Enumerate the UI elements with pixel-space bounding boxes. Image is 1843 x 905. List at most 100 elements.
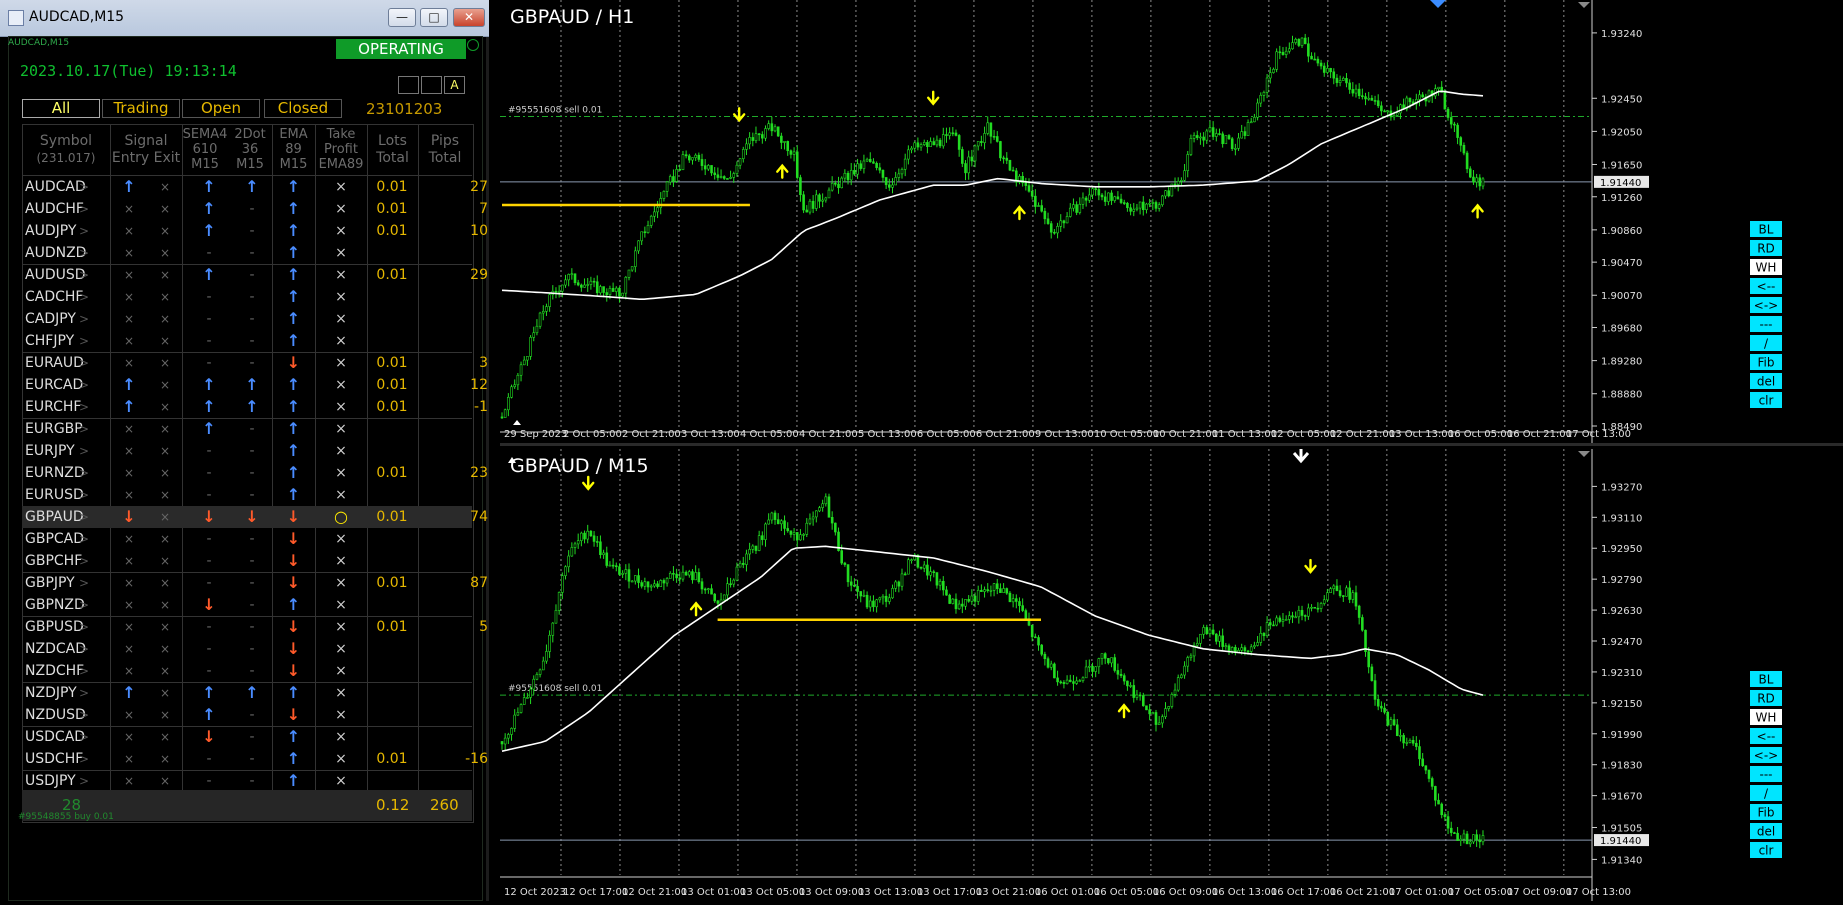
chevron-right-icon[interactable]: >	[78, 330, 90, 352]
tab-all[interactable]: All	[22, 99, 100, 118]
row-symbol[interactable]: USDCHF	[25, 748, 83, 770]
row-symbol[interactable]: EURCHF	[25, 396, 83, 418]
row-symbol[interactable]: CADCHF	[25, 286, 84, 308]
row-symbol[interactable]: GBPNZD	[25, 594, 85, 616]
chart-h1-canvas[interactable]: 29 Sep 20232 Oct 05:00 2 Oct 21:00 3 Oct 1…	[500, 0, 1843, 443]
chevron-right-icon[interactable]: >	[78, 594, 90, 616]
table-row[interactable]: NZDJPY > ↑ × ↑ ↑ ↑ ×	[22, 682, 472, 704]
chevron-right-icon[interactable]: >	[78, 242, 90, 264]
table-row[interactable]: AUDCAD > ↑ × ↑ ↑ ↑ × 0.01 27	[22, 176, 488, 198]
chevron-right-icon[interactable]: >	[78, 770, 90, 792]
minimize-button[interactable]: —	[388, 8, 416, 27]
table-row[interactable]: GBPCHF > × × - - ↓ ×	[22, 550, 472, 572]
chevron-right-icon[interactable]: >	[78, 616, 90, 638]
chevron-right-icon[interactable]: >	[78, 176, 90, 198]
row-symbol[interactable]: AUDNZD	[25, 242, 86, 264]
chevron-right-icon[interactable]: >	[78, 726, 90, 748]
chevron-right-icon[interactable]: >	[78, 374, 90, 396]
row-symbol[interactable]: AUDJPY	[25, 220, 83, 242]
row-symbol[interactable]: GBPUSD	[25, 616, 84, 638]
row-symbol[interactable]: NZDCAD	[25, 638, 86, 660]
table-row[interactable]: NZDCAD > × × - - ↓ ×	[22, 638, 472, 660]
table-row[interactable]: AUDJPY > × × ↑ - ↑ × 0.01 10	[22, 220, 488, 242]
table-row[interactable]: USDCHF > × × - - ↑ × 0.01 -16	[22, 748, 488, 770]
chevron-right-icon[interactable]: >	[78, 308, 90, 330]
table-row[interactable]: GBPCAD > × × - - ↓ ×	[22, 528, 472, 550]
row-symbol[interactable]: EURCAD	[25, 374, 83, 396]
chevron-right-icon[interactable]: >	[78, 418, 90, 440]
table-row[interactable]: GBPNZD > × × ↓ - ↑ ×	[22, 594, 472, 616]
table-row[interactable]: EURJPY > × × - - ↑ ×	[22, 440, 472, 462]
row-symbol[interactable]: NZDCHF	[25, 660, 84, 682]
chevron-right-icon[interactable]: >	[78, 264, 90, 286]
small-button-1[interactable]	[398, 76, 419, 94]
chevron-right-icon[interactable]: >	[78, 550, 90, 572]
table-row[interactable]: CADCHF > × × - - ↑ ×	[22, 286, 472, 308]
table-row[interactable]: GBPUSD > × × - - ↓ × 0.01 5	[22, 616, 488, 638]
chevron-right-icon[interactable]: >	[78, 638, 90, 660]
table-row[interactable]: EURUSD > × × - - ↑ ×	[22, 484, 472, 506]
close-button[interactable]: ✕	[453, 8, 485, 27]
tab-open[interactable]: Open	[182, 99, 260, 118]
table-row[interactable]: EURNZD > × × - - ↑ × 0.01 23	[22, 462, 488, 484]
table-row[interactable]: EURCHF > ↑ × ↑ ↑ ↑ × 0.01 -1	[22, 396, 488, 418]
row-symbol[interactable]: GBPJPY	[25, 572, 83, 594]
table-row[interactable]: NZDCHF > × × - - ↓ ×	[22, 660, 472, 682]
table-row[interactable]: AUDCHF > × × ↑ - ↑ × 0.01 7	[22, 198, 488, 220]
table-row[interactable]: USDCAD > × × ↓ - ↑ ×	[22, 726, 472, 748]
row-symbol[interactable]: EURUSD	[25, 484, 84, 506]
row-symbol[interactable]: EURGBP	[25, 418, 83, 440]
table-row[interactable]: AUDNZD > × × - - ↑ ×	[22, 242, 472, 264]
chevron-right-icon[interactable]: >	[78, 220, 90, 242]
table-row[interactable]: USDJPY > × × - - ↑ ×	[22, 770, 472, 792]
chevron-right-icon[interactable]: >	[78, 748, 90, 770]
maximize-button[interactable]: □	[420, 8, 448, 27]
table-row[interactable]: CHFJPY > × × - - ↑ ×	[22, 330, 472, 352]
table-row[interactable]: CADJPY > × × - - ↑ ×	[22, 308, 472, 330]
row-symbol[interactable]: EURJPY	[25, 440, 83, 462]
row-symbol[interactable]: AUDUSD	[25, 264, 86, 286]
chevron-right-icon[interactable]: >	[78, 286, 90, 308]
row-symbol[interactable]: USDCAD	[25, 726, 85, 748]
table-row[interactable]: GBPAUD > ↓ × ↓ ↓ ↓ ○ 0.01 74	[22, 506, 488, 528]
chevron-right-icon[interactable]: >	[78, 352, 90, 374]
row-symbol[interactable]: GBPAUD	[25, 506, 84, 528]
chart-m15[interactable]: 12 Oct 2023 12 Oct 17:00 12 Oct 21:00 13 Oc…	[500, 449, 1843, 901]
chevron-right-icon[interactable]: >	[78, 484, 90, 506]
table-row[interactable]: AUDUSD > × × ↑ - ↑ × 0.01 29	[22, 264, 488, 286]
small-button-a[interactable]: A	[444, 76, 465, 94]
settings-ring-icon[interactable]	[467, 39, 479, 51]
row-symbol[interactable]: NZDJPY	[25, 682, 83, 704]
chevron-right-icon[interactable]: >	[78, 682, 90, 704]
row-symbol[interactable]: AUDCHF	[25, 198, 84, 220]
small-button-2[interactable]	[421, 76, 442, 94]
table-row[interactable]: GBPJPY > × × - - ↓ × 0.01 87	[22, 572, 488, 594]
chevron-right-icon[interactable]: >	[78, 572, 90, 594]
row-symbol[interactable]: GBPCAD	[25, 528, 84, 550]
chevron-right-icon[interactable]: >	[78, 440, 90, 462]
table-row[interactable]: EURCAD > ↑ × ↑ ↑ ↑ × 0.01 12	[22, 374, 488, 396]
chart-m15-canvas[interactable]: 12 Oct 202312 Oct 17:0012 Oct 21:0013 Oc…	[500, 449, 1843, 901]
row-symbol[interactable]: GBPCHF	[25, 550, 83, 572]
tab-closed[interactable]: Closed	[264, 99, 342, 118]
row-symbol[interactable]: EURNZD	[25, 462, 85, 484]
row-symbol[interactable]: NZDUSD	[25, 704, 86, 726]
chevron-right-icon[interactable]: >	[78, 704, 90, 726]
table-row[interactable]: NZDUSD > × × ↑ - ↓ ×	[22, 704, 472, 726]
chevron-right-icon[interactable]: >	[78, 506, 90, 528]
row-symbol[interactable]: CADJPY	[25, 308, 83, 330]
row-symbol[interactable]: CHFJPY	[25, 330, 83, 352]
table-row[interactable]: EURAUD > × × - - ↓ × 0.01 3	[22, 352, 488, 374]
row-symbol[interactable]: USDJPY	[25, 770, 83, 792]
chart-h1[interactable]: 29 Sep 2023 2 Oct 05:00 2 Oct 21:00 3 Oct 1…	[500, 0, 1843, 446]
chevron-right-icon[interactable]: >	[78, 396, 90, 418]
row-symbol[interactable]: EURAUD	[25, 352, 84, 374]
chevron-right-icon[interactable]: >	[78, 528, 90, 550]
table-row[interactable]: EURGBP > × × ↑ - ↑ ×	[22, 418, 472, 440]
chevron-right-icon[interactable]: >	[78, 198, 90, 220]
chevron-right-icon[interactable]: >	[78, 462, 90, 484]
chevron-right-icon[interactable]: >	[78, 660, 90, 682]
window-titlebar[interactable]: AUDCAD,M15 — □ ✕	[0, 0, 489, 37]
tab-trading[interactable]: Trading	[102, 99, 180, 118]
row-symbol[interactable]: AUDCAD	[25, 176, 86, 198]
